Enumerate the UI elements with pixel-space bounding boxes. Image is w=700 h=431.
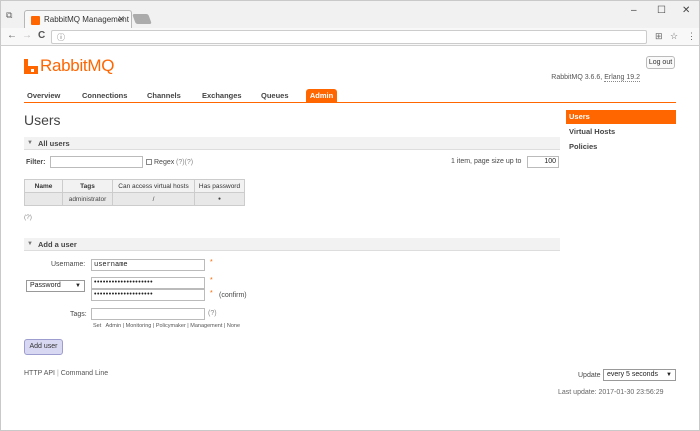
regex-label: Regex xyxy=(154,159,175,166)
tab-channels[interactable]: Channels xyxy=(147,91,181,100)
col-tags[interactable]: Tags xyxy=(62,179,113,193)
new-tab-button[interactable] xyxy=(132,14,152,24)
update-interval-select[interactable]: every 5 seconds ▼ xyxy=(603,369,676,381)
page-title: Users xyxy=(24,112,61,128)
update-interval-value: every 5 seconds xyxy=(607,371,658,378)
http-api-link[interactable]: HTTP API xyxy=(24,370,55,377)
all-users-label: All users xyxy=(38,139,70,148)
user-password-cell: ● xyxy=(194,192,245,206)
user-name-cell[interactable] xyxy=(24,192,63,206)
col-name[interactable]: Name xyxy=(24,179,63,193)
user-tags-cell: administrator xyxy=(62,192,113,206)
filter-input[interactable] xyxy=(50,156,143,168)
chevron-down-icon: ▼ xyxy=(666,372,672,378)
collapse-triangle-icon: ▼ xyxy=(27,140,33,146)
version-text: RabbitMQ 3.6.6, xyxy=(551,74,605,81)
user-vhosts-cell: / xyxy=(112,192,195,206)
tab-admin[interactable]: Admin xyxy=(306,89,337,103)
translate-icon[interactable]: ⊞ xyxy=(655,31,663,42)
back-icon[interactable]: ← xyxy=(7,30,17,41)
maximize-icon[interactable]: ☐ xyxy=(657,5,666,16)
tags-input[interactable] xyxy=(91,308,205,320)
regex-help[interactable]: (?)(?) xyxy=(176,159,193,166)
paging-text: 1 item, page size up to xyxy=(451,158,522,165)
reload-icon[interactable]: C xyxy=(38,30,45,41)
password-type-value: Password xyxy=(30,282,61,289)
collapse-triangle-icon: ▼ xyxy=(27,241,33,247)
username-input[interactable]: username xyxy=(91,259,205,271)
required-marker: * xyxy=(210,277,213,284)
username-label: Username: xyxy=(51,261,86,268)
close-tab-icon[interactable]: ✕ xyxy=(117,14,125,25)
address-bar[interactable]: ⓘ xyxy=(51,30,647,44)
page-size-input[interactable]: 100 xyxy=(527,156,559,168)
add-user-label: Add a user xyxy=(38,240,77,249)
tag-set-prefix: Set xyxy=(93,323,102,329)
sidebar-item-policies[interactable]: Policies xyxy=(569,142,597,151)
tag-monitoring-link[interactable]: Monitoring xyxy=(126,323,152,329)
tag-admin-link[interactable]: Admin xyxy=(106,323,122,329)
browser-toolbar: ← → C ⓘ ⊞ ☆ ⋮ xyxy=(0,28,700,46)
version-info: RabbitMQ 3.6.6, Erlang 19.2 xyxy=(551,74,640,82)
command-line-link[interactable]: Command Line xyxy=(61,370,108,377)
tab-exchanges[interactable]: Exchanges xyxy=(202,91,242,100)
users-help[interactable]: (?) xyxy=(24,214,32,221)
chevron-down-icon: ▼ xyxy=(75,283,81,289)
password-input[interactable]: •••••••••••••••••••• xyxy=(91,277,205,289)
rabbitmq-logo-icon xyxy=(24,59,38,74)
tag-policymaker-link[interactable]: Policymaker xyxy=(156,323,186,329)
filter-label: Filter: xyxy=(26,159,46,166)
confirm-label: (confirm) xyxy=(219,292,247,299)
tag-shortcuts: Set Admin | Monitoring | Policymaker | M… xyxy=(93,323,241,329)
rabbitmq-favicon-icon xyxy=(31,16,40,25)
tag-management-link[interactable]: Management xyxy=(190,323,222,329)
chrome-menu-icon[interactable]: ⋮ xyxy=(687,31,696,42)
regex-checkbox[interactable] xyxy=(146,159,152,165)
minimize-icon[interactable]: – xyxy=(631,5,637,16)
add-user-button[interactable]: Add user xyxy=(24,339,63,355)
add-user-section-header[interactable]: ▼ Add a user xyxy=(24,238,560,251)
footer-links: HTTP API | Command Line xyxy=(24,370,109,377)
tab-overview[interactable]: Overview xyxy=(27,91,60,100)
main-nav: Overview Connections Channels Exchanges … xyxy=(24,88,676,103)
tags-label: Tags: xyxy=(70,311,87,318)
sidebar-item-virtual-hosts[interactable]: Virtual Hosts xyxy=(569,127,615,136)
tab-connections[interactable]: Connections xyxy=(82,91,127,100)
close-window-icon[interactable]: ✕ xyxy=(682,5,690,16)
password-type-select[interactable]: Password ▼ xyxy=(26,280,85,292)
required-marker: * xyxy=(210,259,213,266)
tag-none-link[interactable]: None xyxy=(227,323,240,329)
col-has-password: Has password xyxy=(194,179,245,193)
all-users-section-header[interactable]: ▼ All users xyxy=(24,137,560,150)
brand-text: RabbitMQ xyxy=(40,56,115,75)
last-update-text: Last update: 2017-01-30 23:56:29 xyxy=(558,389,664,396)
tags-help[interactable]: (?) xyxy=(208,310,217,317)
window-menu-icon[interactable]: ⧉ xyxy=(6,10,12,21)
password-confirm-input[interactable]: •••••••••••••••••••• xyxy=(91,289,205,301)
sidebar-item-users[interactable]: Users xyxy=(566,110,676,124)
logout-button[interactable]: Log out xyxy=(646,56,675,69)
users-table: Name Tags Can access virtual hosts Has p… xyxy=(24,179,245,206)
required-marker: * xyxy=(210,290,213,297)
forward-icon[interactable]: → xyxy=(22,30,32,41)
info-icon[interactable]: ⓘ xyxy=(57,32,65,43)
browser-tabstrip: ⧉ RabbitMQ Management ✕ – ☐ ✕ xyxy=(0,0,700,29)
erlang-version: Erlang 19.2 xyxy=(604,74,640,82)
table-row[interactable]: administrator / ● xyxy=(24,192,245,206)
browser-tab-title: RabbitMQ Management xyxy=(44,15,129,24)
col-vhosts: Can access virtual hosts xyxy=(112,179,195,193)
tab-queues[interactable]: Queues xyxy=(261,91,289,100)
bookmark-star-icon[interactable]: ☆ xyxy=(670,31,678,42)
browser-tab[interactable]: RabbitMQ Management ✕ xyxy=(24,10,132,29)
update-label: Update xyxy=(578,372,601,379)
